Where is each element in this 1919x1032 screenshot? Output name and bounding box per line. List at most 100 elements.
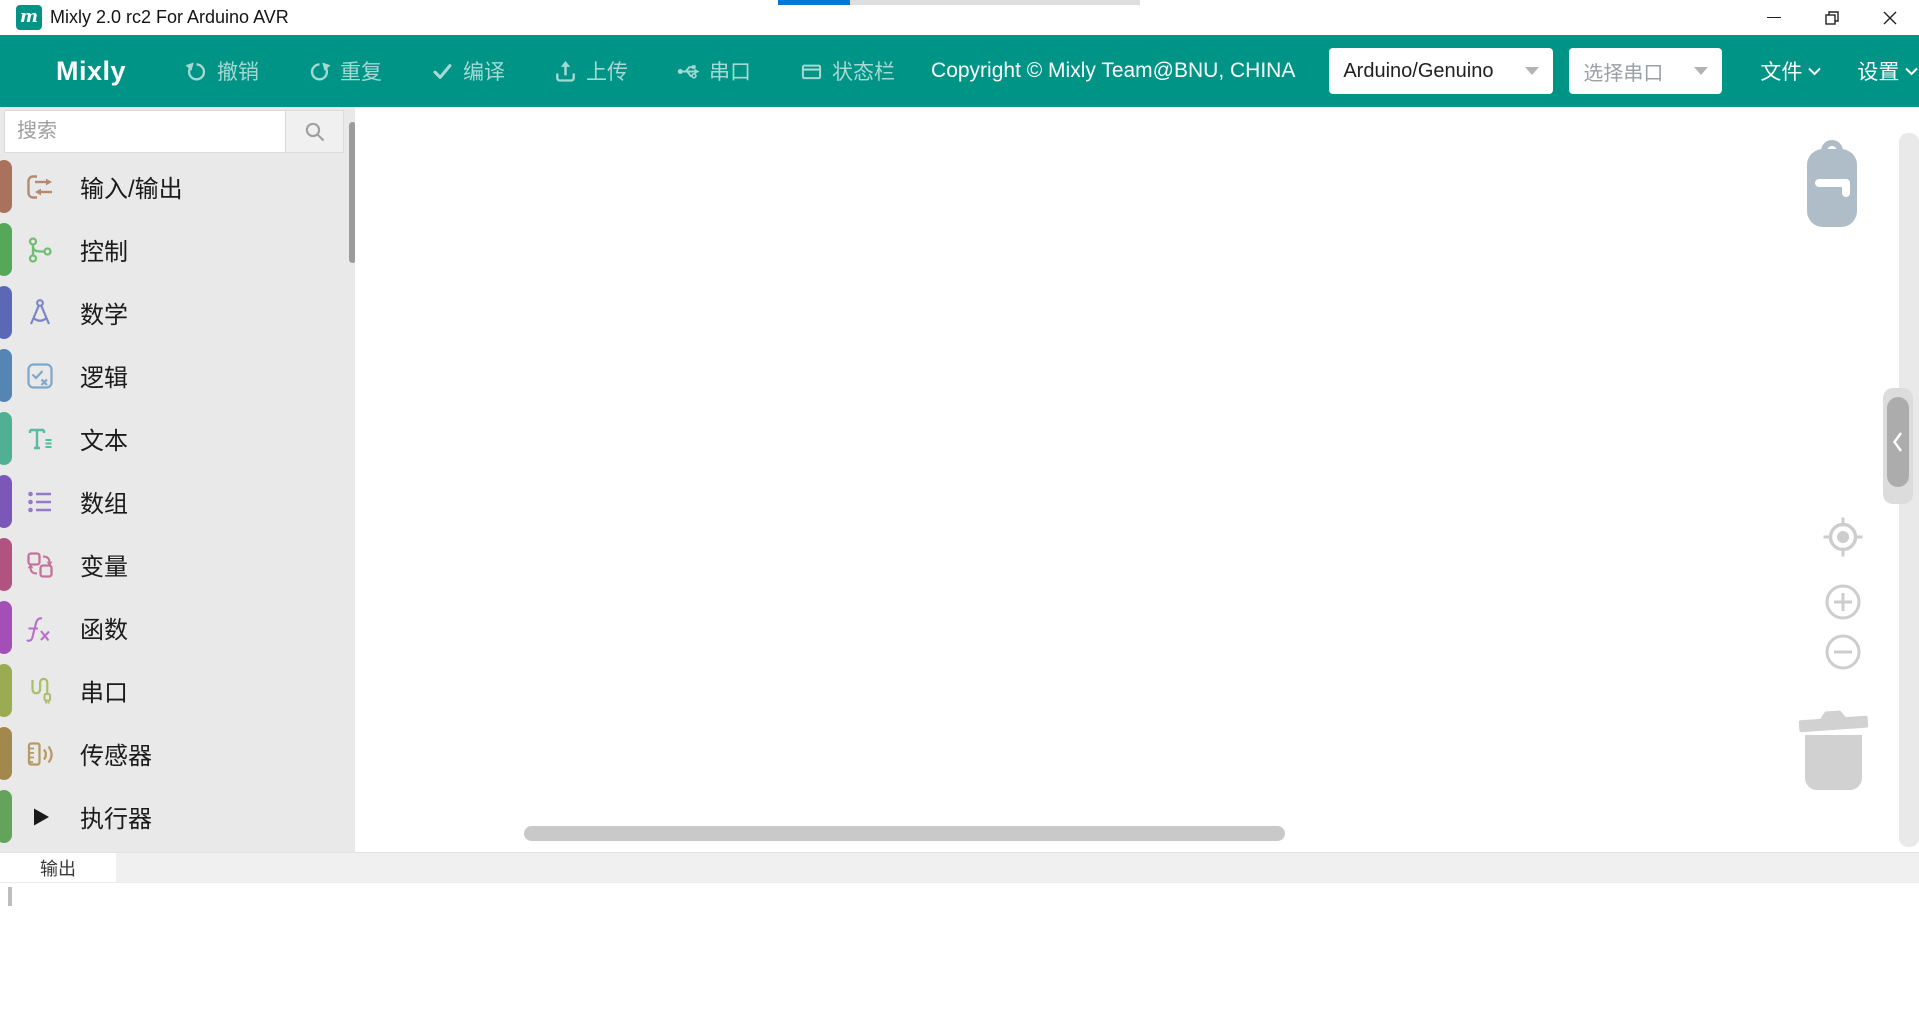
sidebar-item-control[interactable]: 控制 <box>0 218 355 281</box>
category-color-bar <box>0 538 12 591</box>
category-color-bar <box>0 349 12 402</box>
serial-monitor-button[interactable]: 串口 <box>676 56 751 86</box>
undo-button[interactable]: 撤销 <box>184 56 259 86</box>
category-color-bar <box>0 286 12 339</box>
zoom-out-button[interactable] <box>1821 630 1865 674</box>
compile-button[interactable]: 编译 <box>430 56 505 86</box>
upload-button[interactable]: 上传 <box>553 56 628 86</box>
zoom-in-button[interactable] <box>1821 580 1865 624</box>
zoom-to-center-button[interactable] <box>1821 515 1865 559</box>
restore-button[interactable] <box>1803 0 1861 35</box>
zoom-out-icon <box>1821 630 1865 674</box>
mixly-logo-icon: m <box>16 5 42 30</box>
backpack-icon[interactable] <box>1800 137 1864 229</box>
category-color-bar <box>0 160 12 213</box>
restore-icon <box>1824 10 1840 26</box>
category-label: 变量 <box>80 547 128 582</box>
control-icon <box>24 234 56 266</box>
sidebar-item-array[interactable]: 数组 <box>0 470 355 533</box>
category-color-bar <box>0 664 12 717</box>
loading-progress <box>778 0 1140 5</box>
tab-output[interactable]: 输出 <box>0 853 116 883</box>
array-icon <box>24 486 56 518</box>
category-color-bar <box>0 790 12 843</box>
sensor-icon <box>24 738 56 770</box>
statusbar-icon <box>799 59 824 84</box>
sidebar-item-text[interactable]: 文本 <box>0 407 355 470</box>
copyright-text: Copyright © Mixly Team@BNU, CHINA <box>931 59 1295 83</box>
zoom-to-center-icon <box>1821 515 1865 559</box>
port-select[interactable]: 选择串口 <box>1569 48 1722 94</box>
statusbar-button[interactable]: 状态栏 <box>799 56 895 86</box>
caret-down-icon <box>1525 67 1539 75</box>
workspace-horizontal-scrollbar[interactable] <box>524 826 1285 841</box>
minimize-icon <box>1767 17 1781 18</box>
block-category-sidebar: 输入/输出 控制 数学 <box>0 107 355 852</box>
chevron-down-icon <box>1905 67 1918 76</box>
category-label: 数组 <box>80 484 128 519</box>
category-label: 传感器 <box>80 736 152 771</box>
compile-icon <box>430 59 455 84</box>
category-label: 函数 <box>80 610 128 645</box>
logic-icon <box>24 360 56 392</box>
sidebar-item-math[interactable]: 数学 <box>0 281 355 344</box>
category-label: 输入/输出 <box>80 169 183 204</box>
main-toolbar: Mixly 撤销 重复 编译 上传 串口 <box>0 35 1919 107</box>
output-console <box>0 882 1919 1032</box>
category-color-bar <box>0 475 12 528</box>
zoom-in-icon <box>1821 580 1865 624</box>
file-menu[interactable]: 文件 <box>1760 56 1821 86</box>
chevron-down-icon <box>1808 67 1821 76</box>
minimize-button[interactable] <box>1745 0 1803 35</box>
settings-menu[interactable]: 设置 <box>1857 56 1918 86</box>
category-label: 逻辑 <box>80 358 128 393</box>
io-icon <box>24 171 56 203</box>
output-tabbar: 输出 <box>0 852 1919 882</box>
category-list: 输入/输出 控制 数学 <box>0 155 355 848</box>
category-color-bar <box>0 727 12 780</box>
caret-down-icon <box>1694 67 1708 75</box>
redo-button[interactable]: 重复 <box>307 56 382 86</box>
redo-icon <box>307 59 332 84</box>
window-title: Mixly 2.0 rc2 For Arduino AVR <box>50 7 289 28</box>
window-titlebar: m Mixly 2.0 rc2 For Arduino AVR <box>0 0 1919 35</box>
trash-icon[interactable] <box>1795 708 1873 796</box>
category-color-bar <box>0 412 12 465</box>
close-button[interactable] <box>1861 0 1919 35</box>
blockly-workspace[interactable] <box>355 107 1919 852</box>
sidebar-item-serial[interactable]: 串口 <box>0 659 355 722</box>
search-button[interactable] <box>286 110 344 153</box>
category-label: 文本 <box>80 421 128 456</box>
category-color-bar <box>0 601 12 654</box>
loading-progress-fill <box>778 0 850 5</box>
sidebar-item-logic[interactable]: 逻辑 <box>0 344 355 407</box>
sidebar-item-variable[interactable]: 变量 <box>0 533 355 596</box>
function-icon <box>24 612 56 644</box>
undo-icon <box>184 59 209 84</box>
category-color-bar <box>0 223 12 276</box>
block-search <box>4 110 344 153</box>
search-icon <box>302 119 328 145</box>
category-label: 数学 <box>80 295 128 330</box>
sidebar-item-sensor[interactable]: 传感器 <box>0 722 355 785</box>
text-icon <box>24 423 56 455</box>
text-cursor <box>8 887 12 906</box>
block-search-input[interactable] <box>4 110 286 153</box>
category-label: 执行器 <box>80 799 152 834</box>
sidebar-item-actuator[interactable]: 执行器 <box>0 785 355 848</box>
brand-logo: Mixly <box>56 56 126 87</box>
serial-monitor-icon <box>676 59 701 84</box>
toolbar-menu: 撤销 重复 编译 上传 串口 状态栏 <box>184 56 895 86</box>
collapse-chevron-icon <box>1892 430 1904 454</box>
math-icon <box>24 297 56 329</box>
serial-icon <box>24 675 56 707</box>
sidebar-item-function[interactable]: 函数 <box>0 596 355 659</box>
variable-icon <box>24 549 56 581</box>
close-icon <box>1883 11 1897 25</box>
board-select[interactable]: Arduino/Genuino <box>1329 48 1553 94</box>
actuator-icon <box>24 801 56 833</box>
code-panel-handle[interactable] <box>1883 388 1913 504</box>
sidebar-item-io[interactable]: 输入/输出 <box>0 155 355 218</box>
category-label: 串口 <box>80 673 128 708</box>
upload-icon <box>553 59 578 84</box>
